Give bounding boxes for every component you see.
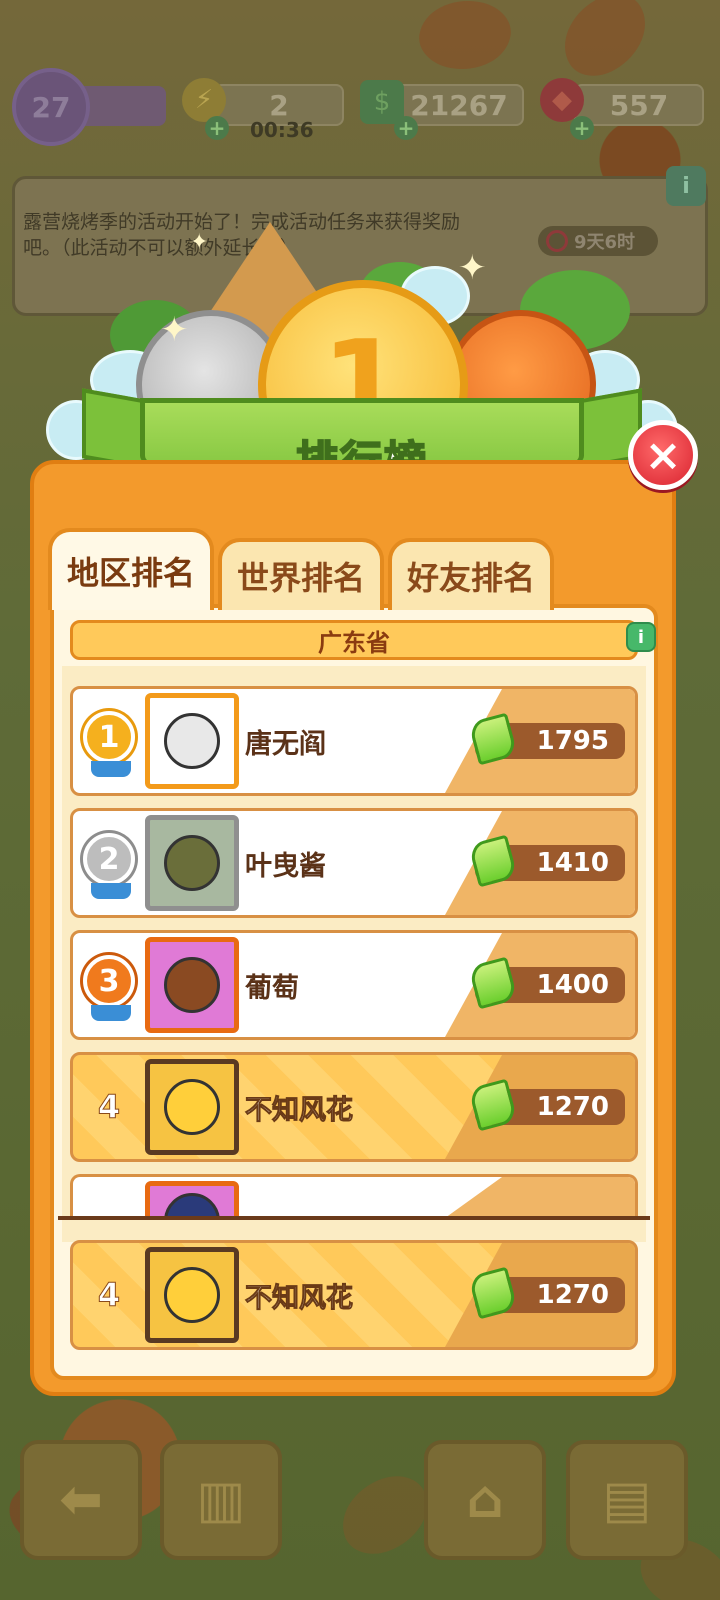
close-icon: × [644, 429, 682, 481]
avatar[interactable] [145, 1181, 239, 1218]
leaderboard-button[interactable]: ▥ [160, 1440, 282, 1560]
basket-icon: ⌂ [466, 1470, 504, 1530]
info-icon[interactable]: i [666, 166, 706, 206]
event-timer: 9天6时 [538, 226, 658, 256]
player-name: 葡萄 [245, 972, 299, 1004]
tab-world-ranking[interactable]: 世界排名 [218, 538, 384, 610]
rank-2-medal-icon: 2 [83, 833, 135, 885]
back-arrow-icon: ⬅ [59, 1470, 103, 1530]
back-button[interactable]: ⬅ [20, 1440, 142, 1560]
avatar[interactable] [145, 815, 239, 911]
shop-button[interactable]: ⌂ [424, 1440, 546, 1560]
my-name: 不知风花 [245, 1282, 354, 1314]
avatar[interactable] [145, 693, 239, 789]
clock-icon [546, 230, 568, 252]
avatar[interactable] [145, 1059, 239, 1155]
sparkle-icon: ✦ [160, 310, 189, 350]
ranking-row-4[interactable]: 4 不知风花 1270 [70, 1052, 638, 1162]
tab-regional-ranking[interactable]: 地区排名 [48, 528, 214, 610]
ranking-row-3[interactable]: 3 葡萄 1400 [70, 930, 638, 1040]
energy-timer: 00:36 [250, 118, 314, 142]
region-selector[interactable]: 广东省 [70, 620, 638, 660]
list-divider [58, 1216, 650, 1220]
sparkle-icon: ✦ [190, 230, 209, 255]
region-info-icon[interactable]: i [626, 622, 656, 652]
level-badge[interactable]: 27 [12, 68, 90, 146]
my-ranking-row[interactable]: 4 不知风花 1270 [70, 1240, 638, 1350]
my-avatar[interactable] [145, 1247, 239, 1343]
gem-value: 557 [609, 88, 669, 122]
tab-friends-ranking[interactable]: 好友排名 [388, 538, 554, 610]
event-time-left: 9天6时 [574, 232, 636, 253]
add-energy-icon[interactable]: + [205, 116, 229, 140]
sparkle-icon: ✦ [458, 248, 487, 288]
cash-value: 21267 [410, 88, 508, 122]
ranking-row-5-partial[interactable] [70, 1174, 638, 1218]
rank-number: 4 [97, 1088, 121, 1127]
podium-icon: ▥ [196, 1470, 246, 1530]
gem-counter[interactable]: 557 [574, 84, 704, 126]
tasks-button[interactable]: ▤ [566, 1440, 688, 1560]
my-rank-number: 4 [97, 1276, 121, 1315]
player-name: 叶曳酱 [245, 850, 326, 882]
add-cash-icon[interactable]: + [394, 116, 418, 140]
energy-value: 2 [269, 88, 289, 122]
avatar[interactable] [145, 937, 239, 1033]
player-name: 唐无阎 [245, 728, 326, 760]
level-value: 27 [31, 90, 71, 124]
rank-3-medal-icon: 3 [83, 955, 135, 1007]
rank-1-medal-icon: 1 [83, 711, 135, 763]
ranking-row-1[interactable]: 1 唐无阎 1795 [70, 686, 638, 796]
clipboard-icon: ▤ [602, 1470, 652, 1530]
close-button[interactable]: × [628, 420, 698, 490]
add-gem-icon[interactable]: + [570, 116, 594, 140]
player-name: 不知风花 [245, 1094, 354, 1126]
ranking-row-2[interactable]: 2 叶曳酱 1410 [70, 808, 638, 918]
